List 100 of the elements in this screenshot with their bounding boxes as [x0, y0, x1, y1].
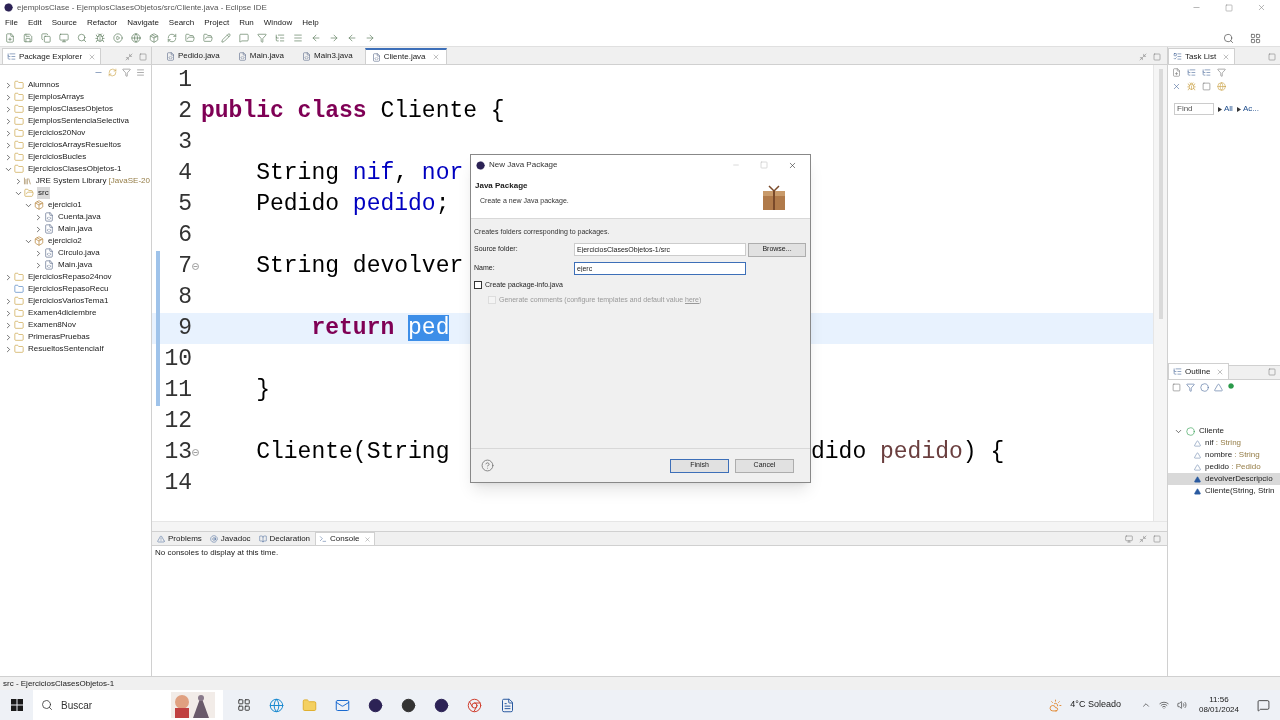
- minimize-icon[interactable]: [1139, 535, 1147, 543]
- collapse-icon[interactable]: [1172, 383, 1181, 392]
- previous-icon[interactable]: [347, 33, 357, 43]
- maximize-icon[interactable]: [760, 160, 768, 169]
- tree-icon[interactable]: [275, 33, 285, 43]
- tree-item[interactable]: EjerciciosVariosTema1: [27, 295, 110, 307]
- tree-item[interactable]: ejercicio1: [47, 199, 83, 211]
- close-icon[interactable]: [788, 160, 797, 170]
- bug-icon[interactable]: [1187, 82, 1196, 91]
- close-icon[interactable]: [1216, 367, 1225, 376]
- tree-item[interactable]: EjerciciosRepaso24nov: [27, 271, 113, 283]
- categorized-icon[interactable]: [1187, 68, 1196, 77]
- menu-item[interactable]: Edit: [24, 16, 45, 29]
- view-icon[interactable]: [1173, 367, 1182, 376]
- package-icon[interactable]: [149, 33, 159, 43]
- view-icon[interactable]: [7, 52, 16, 61]
- tree-item[interactable]: Alumnos: [27, 79, 61, 91]
- filter-link[interactable]: Ac...: [1242, 103, 1259, 115]
- view-tab[interactable]: Console: [315, 532, 376, 545]
- warning-icon[interactable]: [157, 534, 165, 543]
- view-tab[interactable]: Task List: [1168, 48, 1236, 64]
- maximize-icon[interactable]: [1225, 3, 1233, 12]
- editor-tab[interactable]: Pedido.java: [160, 48, 226, 64]
- fold-icon[interactable]: [192, 263, 199, 270]
- comment-icon[interactable]: [239, 33, 249, 43]
- network-icon[interactable]: [1158, 700, 1169, 710]
- menu-item[interactable]: Search: [165, 16, 198, 29]
- menu-item[interactable]: Run: [236, 16, 257, 29]
- folder-icon[interactable]: [203, 33, 213, 43]
- maximize-icon[interactable]: [1268, 368, 1276, 376]
- java-file-icon[interactable]: [166, 51, 175, 61]
- next-icon[interactable]: [365, 33, 375, 43]
- filter-icon[interactable]: [1217, 68, 1226, 77]
- weather-text[interactable]: 4°C Soleado: [1070, 698, 1121, 712]
- tree-item[interactable]: Examen4diciembre: [27, 307, 98, 319]
- volume-icon[interactable]: [1176, 700, 1187, 710]
- globe-icon[interactable]: [1217, 82, 1226, 91]
- maximize-icon[interactable]: [1268, 53, 1276, 61]
- terminal-icon[interactable]: [319, 535, 328, 543]
- view-icon[interactable]: [1173, 52, 1182, 61]
- screen-icon[interactable]: [59, 33, 69, 43]
- folder-icon[interactable]: [302, 697, 317, 713]
- tree-item[interactable]: EjerciciosArraysResueltos: [27, 139, 122, 151]
- windows-logo-icon[interactable]: [11, 699, 23, 711]
- tree-item[interactable]: EjemplosSentenciaSelectiva: [27, 115, 130, 127]
- horizontal-scrollbar[interactable]: [152, 521, 1167, 531]
- view-tab[interactable]: Javadoc: [206, 532, 254, 545]
- view-tab[interactable]: Problems: [154, 532, 205, 545]
- collapse-icon[interactable]: [1202, 82, 1211, 91]
- bug-icon[interactable]: [95, 33, 105, 43]
- clock-time[interactable]: 11:56: [1209, 695, 1229, 705]
- close-icon[interactable]: [1257, 3, 1266, 12]
- pencil-icon[interactable]: [221, 33, 231, 43]
- view-tab[interactable]: Outline: [1168, 363, 1230, 379]
- view-tab[interactable]: Package Explorer: [2, 48, 102, 64]
- find-field[interactable]: Find: [1174, 103, 1214, 115]
- save-icon[interactable]: [23, 33, 33, 43]
- clock-date[interactable]: 08/01/2024: [1198, 705, 1239, 715]
- editor-tab[interactable]: Main3.java: [296, 48, 359, 64]
- word-icon[interactable]: [500, 697, 515, 713]
- view-menu-icon[interactable]: [136, 67, 145, 77]
- forward-icon[interactable]: [329, 33, 339, 43]
- link-icon[interactable]: [108, 67, 117, 77]
- outline-item[interactable]: pedido : Pedido: [1205, 461, 1261, 473]
- tree-item[interactable]: Examen8Nov: [27, 319, 78, 331]
- search-icon[interactable]: [41, 699, 53, 711]
- sort-icon[interactable]: [1186, 383, 1195, 392]
- filter-link[interactable]: All: [1224, 103, 1233, 115]
- notifications-icon[interactable]: [1257, 698, 1270, 712]
- save-all-icon[interactable]: [41, 33, 51, 43]
- tree-item[interactable]: EjemplosClasesObjetos: [27, 103, 114, 115]
- tree-item[interactable]: Circulo.java: [57, 247, 101, 259]
- back-icon[interactable]: [311, 33, 321, 43]
- open-folder-icon[interactable]: [185, 33, 195, 43]
- task-view-icon[interactable]: [237, 698, 251, 712]
- scheduled-icon[interactable]: [1202, 68, 1211, 77]
- weather-icon[interactable]: [1049, 698, 1063, 712]
- new-file-icon[interactable]: [5, 33, 15, 43]
- tree-item[interactable]: EjerciciosRepasoRecu: [27, 283, 110, 295]
- new-task-icon[interactable]: [1172, 68, 1181, 77]
- editor-tab[interactable]: Main.java: [231, 48, 291, 64]
- book-icon[interactable]: [258, 534, 267, 543]
- display-console-icon[interactable]: [1125, 535, 1133, 543]
- tree-item[interactable]: src: [37, 187, 50, 199]
- java-file-icon[interactable]: [371, 52, 381, 62]
- menu-item[interactable]: Project: [201, 16, 233, 29]
- outline-item[interactable]: nombre : String: [1205, 449, 1260, 461]
- tree-item[interactable]: EjemplosArrays: [27, 91, 85, 103]
- menu-item[interactable]: Window: [260, 16, 296, 29]
- menu-item[interactable]: File: [2, 16, 21, 29]
- perspective-icon[interactable]: [1250, 32, 1261, 44]
- close-icon[interactable]: [364, 535, 372, 543]
- tree-item[interactable]: Main.java: [57, 259, 94, 271]
- tree-item[interactable]: ResueltosSentenciaIf: [27, 343, 105, 355]
- view-tab[interactable]: Declaration: [255, 532, 314, 545]
- app-icon[interactable]: [401, 697, 416, 713]
- dot-icon[interactable]: [1228, 383, 1234, 389]
- filter-icon[interactable]: [257, 33, 267, 43]
- at-sign-icon[interactable]: [209, 534, 218, 543]
- checkbox[interactable]: [474, 280, 482, 289]
